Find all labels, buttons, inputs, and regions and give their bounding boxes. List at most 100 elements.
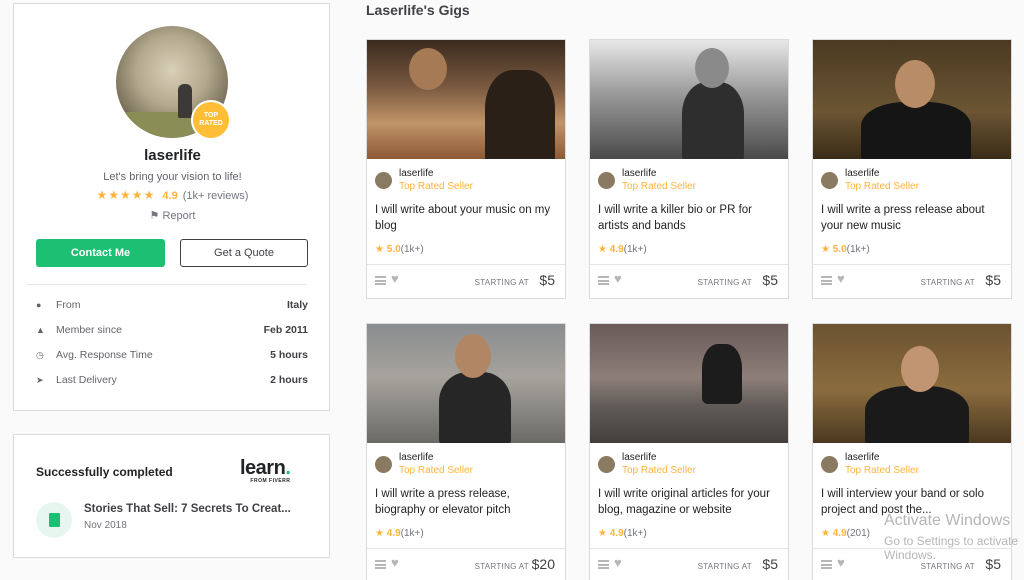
clock-icon: ◷ [36,349,44,360]
stat-value: 2 hours [270,374,308,386]
seller-level: Top Rated Seller [845,465,919,476]
gig-price: $5 [762,556,778,572]
heart-icon[interactable]: ♥ [391,555,399,570]
seller-avatar[interactable] [598,456,615,473]
badge-line2: RATED [199,120,223,127]
menu-icon[interactable] [375,276,386,285]
seller-profile-page: TOP RATED laserlife Let's bring your vis… [0,0,1024,580]
menu-icon[interactable] [821,276,832,285]
gig-title[interactable]: I will write a press release, biography … [375,486,561,518]
report-label: Report [162,210,196,222]
learn-heading: Successfully completed [36,465,173,479]
divider [27,284,307,285]
contact-me-button[interactable]: Contact Me [36,239,165,267]
seller-name[interactable]: laserlife [399,452,433,463]
gig-card[interactable]: laserlife Top Rated Seller I will write … [589,39,789,299]
gig-title[interactable]: I will write a killer bio or PR for arti… [598,202,784,234]
stat-value: 5 hours [270,349,308,361]
gigs-section-title: Laserlife's Gigs [366,2,470,18]
gig-rating: ★ 5.0(1k+) [375,244,424,255]
course-title[interactable]: Stories That Sell: 7 Secrets To Creat... [84,503,312,515]
star-icon: ★ [375,244,384,255]
heart-icon[interactable]: ♥ [614,271,622,286]
star-icon: ★ [821,528,830,539]
gig-image[interactable] [813,40,1011,159]
gig-rating-score: 4.9 [609,244,624,255]
menu-icon[interactable] [375,560,386,569]
starting-at-label: STARTING AT [474,278,529,287]
seller-avatar[interactable] [375,172,392,189]
course-date: Nov 2018 [84,520,127,531]
gig-price: $5 [985,272,1001,288]
gig-image[interactable] [367,40,565,159]
gig-title[interactable]: I will write a press release about your … [821,202,1007,234]
seller-avatar[interactable] [821,172,838,189]
tagline: Let's bring your vision to life! [103,171,242,183]
gig-title[interactable]: I will write about your music on my blog [375,202,561,234]
heart-icon[interactable]: ♥ [837,555,845,570]
stat-from: ● From Italy [36,297,308,313]
top-rated-badge: TOP RATED [191,100,231,140]
heart-icon[interactable]: ♥ [614,555,622,570]
heart-icon[interactable]: ♥ [391,271,399,286]
gig-rating-count: (1k+) [846,244,870,255]
review-count[interactable]: (1k+ reviews) [183,190,249,202]
seller-level: Top Rated Seller [399,465,473,476]
rating-summary: ★★★★★ 4.9 (1k+ reviews) [14,188,331,202]
avatar[interactable]: TOP RATED [116,26,231,140]
gig-card[interactable]: laserlife Top Rated Seller I will write … [366,323,566,580]
gig-rating-score: 4.9 [832,528,847,539]
gig-card[interactable]: laserlife Top Rated Seller I will write … [812,39,1012,299]
star-icon: ★ [375,528,384,539]
watermark-line1: Activate Windows [884,512,1011,529]
gig-card[interactable]: laserlife Top Rated Seller I will write … [366,39,566,299]
gig-rating: ★ 4.9(1k+) [375,528,424,539]
gig-rating: ★ 4.9(201) [821,528,870,539]
windows-activation-watermark: Activate Windows Go to Settings to activ… [884,512,1024,562]
user-icon: ▲ [36,325,45,335]
gig-image[interactable] [590,40,788,159]
stat-member-since: ▲ Member since Feb 2011 [36,322,308,338]
learn-logo: learn. FROM FIVERR [240,457,291,484]
seller-name[interactable]: laserlife [622,168,656,179]
username[interactable]: laserlife [14,147,331,164]
book-icon [36,502,72,538]
gig-image[interactable] [590,324,788,443]
learn-logo-dot: . [285,457,291,479]
menu-icon[interactable] [821,560,832,569]
location-pin-icon: ● [36,300,42,310]
gig-rating: ★ 4.9(1k+) [598,244,647,255]
gig-rating-count: (201) [846,528,871,539]
gig-card[interactable]: laserlife Top Rated Seller I will write … [589,323,789,580]
menu-icon[interactable] [598,560,609,569]
stat-value: Feb 2011 [263,324,308,336]
menu-icon[interactable] [598,276,609,285]
seller-name[interactable]: laserlife [845,168,879,179]
heart-icon[interactable]: ♥ [837,271,845,286]
gig-price: $5 [762,272,778,288]
seller-avatar[interactable] [821,456,838,473]
stat-label: Avg. Response Time [56,349,153,361]
stat-label: From [56,299,81,311]
seller-name[interactable]: laserlife [845,452,879,463]
seller-avatar[interactable] [598,172,615,189]
gig-image[interactable] [367,324,565,443]
seller-level: Top Rated Seller [845,181,919,192]
gig-image[interactable] [813,324,1011,443]
seller-level: Top Rated Seller [399,181,473,192]
seller-avatar[interactable] [375,456,392,473]
seller-name[interactable]: laserlife [399,168,433,179]
badge-line1: TOP [203,112,219,119]
flag-icon: ⚑ [149,210,160,222]
gig-rating-count: (1k+) [623,528,647,539]
gig-title[interactable]: I will write original articles for your … [598,486,784,518]
paper-plane-icon: ➤ [36,374,44,385]
starting-at-label: STARTING AT [920,278,975,287]
gig-rating-score: 4.9 [609,528,624,539]
star-icon: ★ [821,244,830,255]
gig-price: $5 [539,272,555,288]
get-a-quote-button[interactable]: Get a Quote [180,239,308,267]
report-link[interactable]: ⚑ Report [14,209,331,222]
seller-name[interactable]: laserlife [622,452,656,463]
seller-level: Top Rated Seller [622,181,696,192]
